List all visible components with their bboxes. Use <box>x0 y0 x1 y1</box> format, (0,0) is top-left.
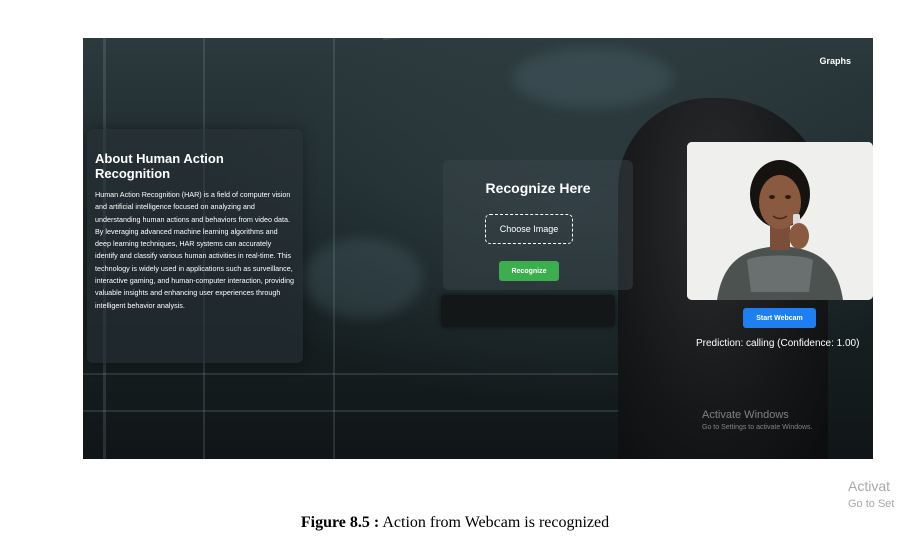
activate-windows-subtitle-outer: Go to Set <box>848 498 895 510</box>
webcam-frame <box>687 142 873 300</box>
background-glow <box>303 238 423 318</box>
background-rack-line <box>383 38 762 40</box>
recognize-button[interactable]: Recognize <box>499 261 559 281</box>
background-rack-line <box>83 373 623 375</box>
prediction-text: Prediction: calling (Confidence: 1.00) <box>696 338 860 349</box>
background-glow <box>513 48 673 108</box>
figure-caption-text: Action from Webcam is recognized <box>379 514 610 531</box>
about-panel: About Human Action Recognition Human Act… <box>87 129 303 363</box>
activate-windows-title-outer: Activat <box>848 478 891 494</box>
recognize-panel: Recognize Here Choose Image Recognize <box>443 160 633 290</box>
figure-caption: Figure 8.5 : Action from Webcam is recog… <box>0 514 910 532</box>
activate-windows-watermark-outer: Activat Go to Set <box>848 478 910 510</box>
webcam-video-feed <box>687 142 873 300</box>
activate-windows-watermark: Activate Windows Go to Settings to activ… <box>702 409 813 431</box>
app-screenshot: Graphs About Human Action Recognition Hu… <box>83 38 873 459</box>
graphs-link[interactable]: Graphs <box>819 56 851 66</box>
background-rack-line <box>83 410 623 412</box>
activate-windows-title: Activate Windows <box>702 409 789 421</box>
about-description: Human Action Recognition (HAR) is a fiel… <box>95 190 294 310</box>
recognition-result-box <box>441 295 615 327</box>
activate-windows-subtitle: Go to Settings to activate Windows. <box>702 424 813 431</box>
choose-image-button[interactable]: Choose Image <box>485 214 573 244</box>
start-webcam-button[interactable]: Start Webcam <box>743 308 816 328</box>
recognize-title: Recognize Here <box>485 180 591 196</box>
about-title: About Human Action Recognition <box>95 151 224 181</box>
figure-label: Figure 8.5 : <box>300 514 380 531</box>
